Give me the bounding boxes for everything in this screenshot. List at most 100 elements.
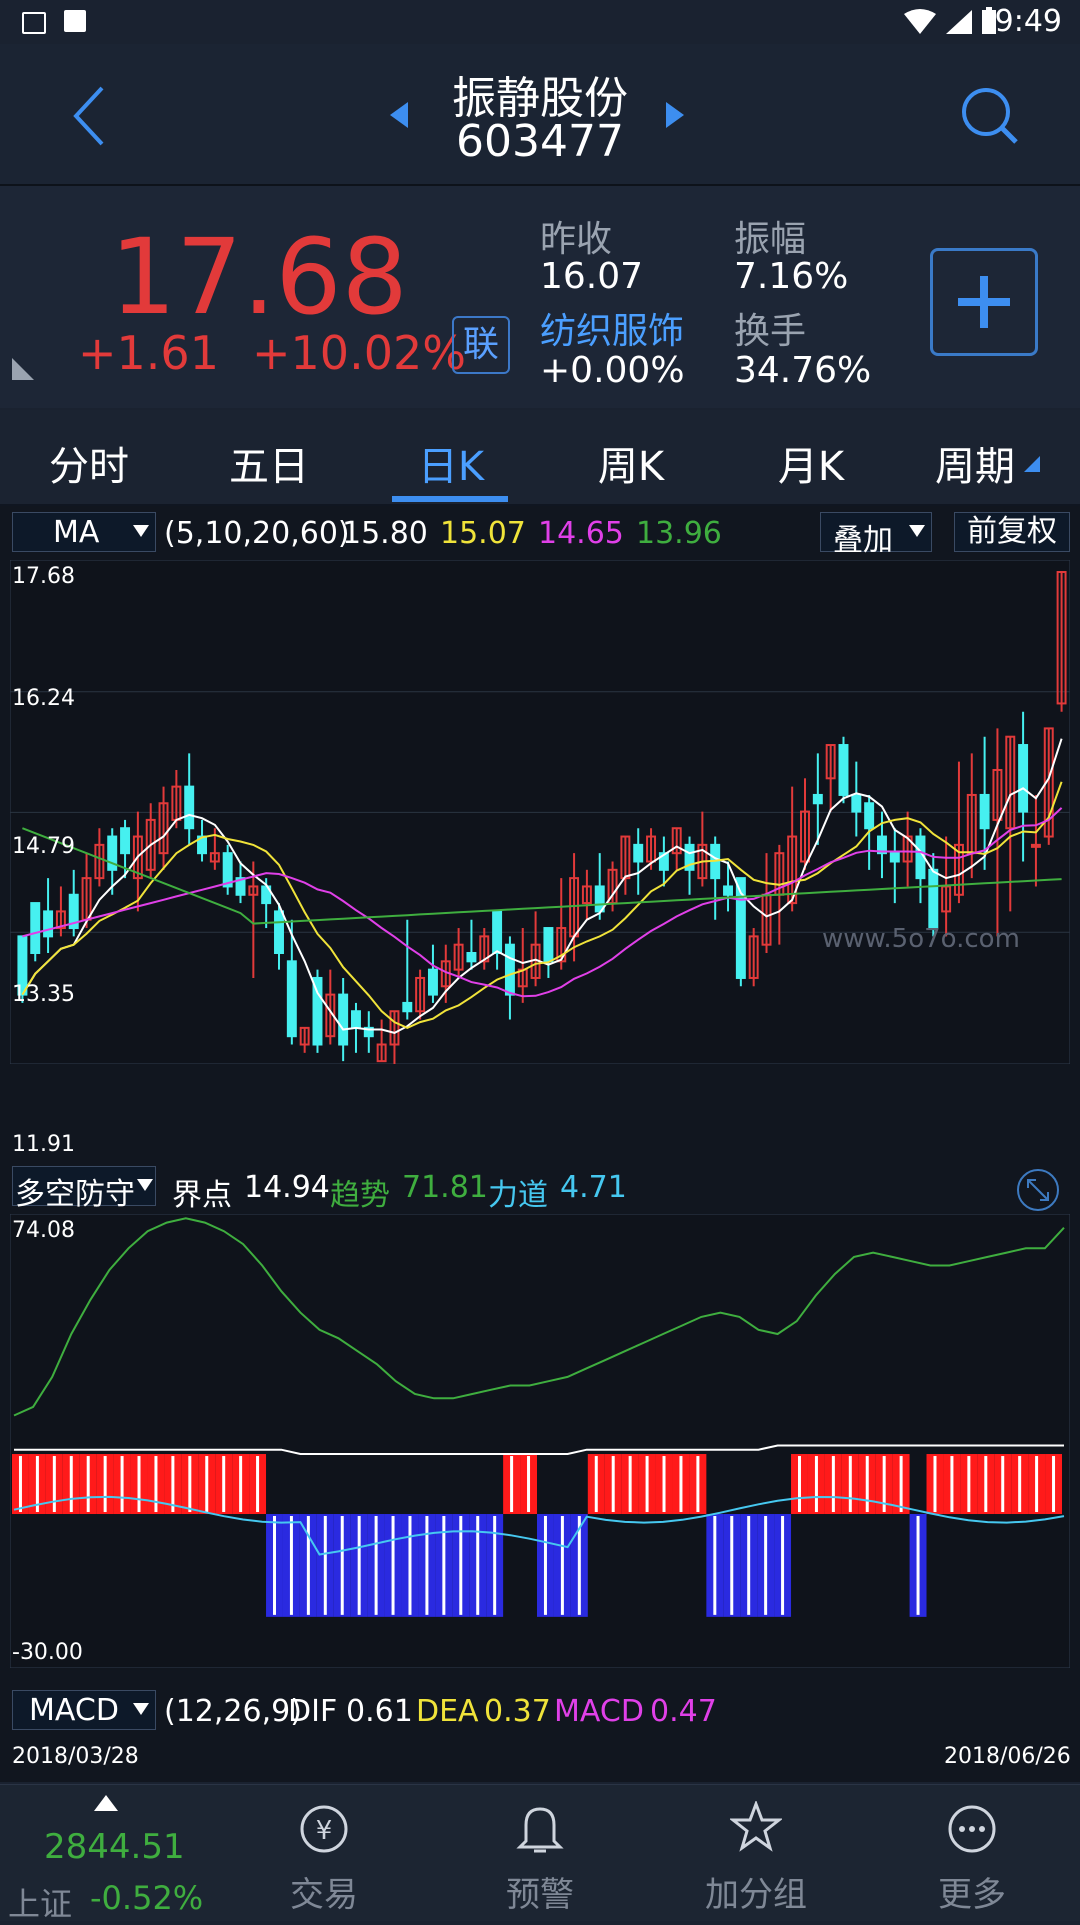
chevron-down-icon: [133, 525, 149, 537]
ma10-value: 15.07: [440, 516, 526, 551]
candlestick-chart[interactable]: [10, 560, 1070, 1064]
status-time: 9:49: [994, 4, 1062, 39]
wifi-icon: [904, 9, 936, 34]
expand-icon[interactable]: [1016, 1168, 1060, 1212]
lidao-value: 4.71: [560, 1170, 627, 1205]
index-change: -0.52%: [90, 1879, 204, 1917]
candle: [812, 793, 823, 805]
indicator-axis-top: 74.08: [12, 1218, 75, 1243]
ma60-value: 13.96: [636, 516, 722, 551]
candle: [30, 902, 41, 955]
tab-five-day[interactable]: 五日: [194, 434, 344, 492]
candle: [723, 885, 734, 896]
candle: [633, 843, 644, 863]
candle: [466, 952, 477, 963]
turnover-label: 换手: [734, 311, 807, 352]
price-axis-label: 13.35: [12, 982, 75, 1007]
candle: [184, 785, 195, 830]
ma20-value: 14.65: [538, 516, 624, 551]
ma-params: (5,10,20,60): [164, 516, 350, 551]
signal-icon: [946, 10, 972, 34]
tab-intraday[interactable]: 分时: [14, 434, 164, 492]
candle: [43, 910, 54, 938]
stock-code: 603477: [456, 116, 624, 167]
candle: [1030, 843, 1041, 848]
candle: [838, 744, 849, 796]
chevron-down-icon: [133, 1703, 149, 1715]
price-axis-label: 11.91: [12, 1132, 75, 1157]
macd-selector-label: MACD: [29, 1693, 119, 1728]
end-date: 2018/06/26: [944, 1744, 1071, 1769]
candle: [120, 827, 131, 855]
indicator-selector[interactable]: 多空防守: [12, 1166, 156, 1212]
bell-icon: [516, 1807, 564, 1853]
indicator-selector-label: 多空防守: [15, 1177, 135, 1212]
status-bar: 9:49: [0, 0, 1080, 44]
triangle-up-icon: [94, 1795, 118, 1811]
ma5-value: 15.80: [342, 516, 428, 551]
price-change: +1.61: [78, 326, 219, 380]
add-watchlist-button[interactable]: [930, 248, 1038, 356]
ma-selector-label: MA: [53, 515, 100, 550]
candle: [350, 1010, 361, 1029]
sector-link[interactable]: 纺织服饰: [540, 302, 684, 354]
nav-trade[interactable]: ¥ 交易: [244, 1785, 404, 1921]
candle: [402, 1001, 413, 1013]
dea-value: 0.37: [484, 1694, 551, 1729]
tab-daily-k[interactable]: 日K: [376, 434, 526, 492]
turnover-value: 34.76%: [734, 350, 872, 391]
sector-change: +0.00%: [540, 350, 685, 391]
price-axis-label: 16.24: [12, 686, 75, 711]
price-axis-label: 14.79: [12, 834, 75, 859]
qushi-value: 71.81: [402, 1170, 488, 1205]
price-axis-label: 17.68: [12, 564, 75, 589]
search-icon[interactable]: [958, 84, 1022, 148]
prev-close-value: 16.07: [540, 256, 644, 297]
tab-monthly-k[interactable]: 月K: [736, 434, 886, 492]
period-tabs: 分时 五日 日K 周K 月K 周期: [0, 410, 1080, 506]
candle: [979, 793, 990, 830]
indicator-chart[interactable]: [10, 1214, 1070, 1668]
overlay-button[interactable]: 叠加: [820, 512, 932, 558]
nav-add-group-label: 加分组: [705, 1875, 807, 1915]
dea-label: DEA: [416, 1694, 479, 1729]
active-tab-indicator: [392, 496, 508, 502]
nav-add-group[interactable]: 加分组: [676, 1785, 836, 1921]
bottom-nav: 2844.51 上证 -0.52% ¥ 交易 预警 加分组 更多: [0, 1784, 1080, 1923]
candle: [851, 793, 862, 813]
current-price: 17.68: [110, 216, 408, 338]
start-date: 2018/03/28: [12, 1744, 139, 1769]
chart-area: MA (5,10,20,60) 15.80 15.07 14.65 13.96 …: [0, 506, 1080, 1782]
watermark: www.5o7o.com: [822, 924, 1020, 954]
lian-button[interactable]: 联: [452, 316, 510, 374]
index-name: 上证: [8, 1885, 73, 1923]
corner-triangle-icon: [12, 358, 34, 380]
next-stock-icon[interactable]: [664, 100, 686, 130]
overlay-label: 叠加: [833, 523, 893, 558]
more-icon: [948, 1805, 996, 1853]
ma-selector[interactable]: MA: [12, 512, 156, 552]
macd-selector[interactable]: MACD: [12, 1690, 156, 1730]
index-value: 2844.51: [44, 1827, 185, 1867]
indicator-axis-bottom: -30.00: [12, 1640, 83, 1665]
tab-weekly-k[interactable]: 周K: [556, 434, 706, 492]
macd-label: MACD: [554, 1694, 644, 1729]
chevron-down-icon: [137, 1179, 153, 1191]
nav-alert[interactable]: 预警: [460, 1785, 620, 1921]
candle: [427, 968, 438, 996]
candle: [928, 868, 939, 930]
nav-more[interactable]: 更多: [892, 1785, 1052, 1921]
amplitude-value: 7.16%: [734, 256, 849, 297]
image-notification-icon: [22, 12, 46, 34]
period-dropdown-icon: [1024, 456, 1040, 472]
chevron-down-icon: [909, 525, 925, 537]
candle: [338, 993, 349, 1046]
lidao-label: 力道: [488, 1178, 548, 1213]
dif-value: 0.61: [346, 1694, 413, 1729]
nav-more-label: 更多: [938, 1875, 1006, 1915]
index-widget[interactable]: 2844.51 上证 -0.52%: [0, 1785, 210, 1923]
candle: [543, 927, 554, 963]
jiedian-label: 界点: [172, 1178, 232, 1213]
adjust-button[interactable]: 前复权: [954, 512, 1070, 552]
macd-value: 0.47: [650, 1694, 717, 1729]
